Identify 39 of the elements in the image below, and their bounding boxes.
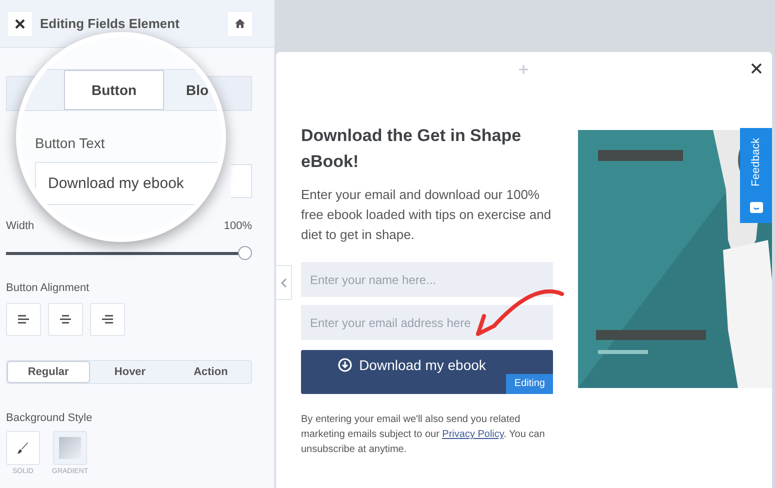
editing-badge: Editing bbox=[506, 374, 553, 394]
home-button[interactable] bbox=[228, 12, 252, 36]
close-icon[interactable] bbox=[751, 63, 762, 74]
privacy-policy-link[interactable]: Privacy Policy bbox=[442, 429, 504, 440]
text-field[interactable] bbox=[231, 164, 252, 198]
smiley-icon bbox=[750, 202, 762, 213]
feedback-label: Feedback bbox=[749, 138, 763, 186]
slider-thumb[interactable] bbox=[238, 246, 252, 260]
state-tab[interactable]: Hover bbox=[90, 361, 170, 383]
align-right-icon bbox=[102, 315, 113, 324]
close-icon bbox=[15, 18, 25, 28]
alignment-label: Button Alignment bbox=[6, 282, 90, 294]
align-center-icon bbox=[60, 315, 71, 324]
popup-description: Enter your email and download our 100% free ebook loaded with tips on exercise and diet to get in shape. bbox=[301, 186, 552, 244]
popup-heading: Download the Get in Shape eBook! bbox=[301, 125, 522, 173]
align-left-icon bbox=[18, 315, 29, 324]
state-tab[interactable]: Regular bbox=[7, 361, 90, 383]
gradient-swatch-icon bbox=[59, 437, 82, 459]
brush-icon bbox=[17, 442, 29, 454]
name-field[interactable]: Enter your name here... bbox=[301, 262, 553, 297]
align-right-button[interactable] bbox=[90, 303, 125, 336]
width-slider[interactable] bbox=[6, 246, 252, 260]
state-tab[interactable]: Action bbox=[170, 361, 252, 383]
chevron-left-icon bbox=[280, 278, 286, 288]
width-label: Width bbox=[6, 220, 34, 232]
tab[interactable]: Blo bbox=[164, 70, 209, 110]
disclaimer-text: By entering your email we'll also send you related marketing emails subject to our Privacy Policy. You can unsubscribe at anytime. bbox=[301, 413, 546, 457]
home-icon bbox=[235, 19, 245, 28]
align-left-button[interactable] bbox=[6, 303, 41, 336]
tab[interactable]: Button bbox=[64, 70, 164, 110]
field-label: Button Text bbox=[35, 135, 105, 151]
background-style-label: Background Style bbox=[6, 412, 94, 424]
panel-title: Editing Fields Element bbox=[40, 16, 180, 31]
download-icon bbox=[338, 358, 352, 372]
width-reading: 100% bbox=[224, 220, 252, 232]
close-button[interactable] bbox=[8, 12, 32, 36]
align-center-button[interactable] bbox=[48, 303, 83, 336]
feedback-tab[interactable]: Feedback bbox=[740, 128, 772, 223]
email-field[interactable]: Enter your email address here bbox=[301, 305, 553, 340]
